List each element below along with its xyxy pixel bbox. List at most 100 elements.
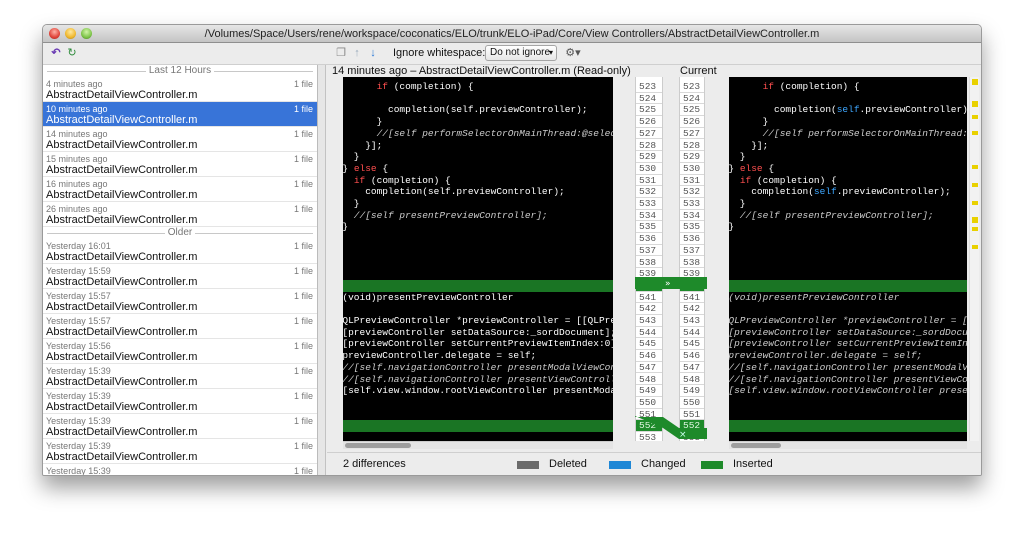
code-line: [previewController setDataSource:_sordDo… (729, 326, 967, 338)
history-item-file: AbstractDetailViewController.m (46, 114, 198, 126)
history-item[interactable]: Yesterday 15:391 fileAbstractDetailViewC… (43, 364, 317, 389)
discard-icon: × (679, 430, 687, 440)
history-item-time: Yesterday 15:56 (46, 341, 111, 351)
legend-inserted-swatch (701, 461, 723, 469)
code-line: [previewController setDataSource:_sordDo… (343, 326, 613, 338)
history-item[interactable]: Yesterday 15:391 fileAbstractDetailViewC… (43, 414, 317, 439)
history-item-count: 1 file (293, 241, 313, 251)
history-item[interactable]: Yesterday 15:57 1 file AbstractDetailViewC… (43, 289, 317, 314)
history-item-count: 1 file (293, 79, 313, 89)
history-item[interactable]: 26 minutes ago 1 file AbstractDetailViewCo… (43, 202, 317, 227)
legend-changed-swatch (609, 461, 631, 469)
code-line: }]; (751, 139, 769, 151)
inserted-band (729, 420, 967, 432)
history-item-time: Yesterday 15:39 (46, 391, 111, 401)
history-item-time: Yesterday 16:01 (46, 241, 111, 251)
code-line: QLPreviewController *previewController =… (729, 315, 967, 326)
copy-icon[interactable]: ❐ (335, 46, 347, 60)
diff-marker[interactable] (972, 165, 978, 169)
code-line: //[self.navigationController presentView… (729, 373, 967, 385)
code-line: if (completion) { (762, 81, 860, 92)
previous-difference-icon[interactable]: ↑ (351, 46, 363, 60)
history-item-file: AbstractDetailViewController.m (46, 251, 198, 263)
code-line: if (completion) { (353, 174, 451, 186)
code-line: //[self presentPreviewController]; (729, 209, 934, 221)
next-difference-icon[interactable]: ↓ (367, 46, 379, 60)
history-item-file: AbstractDetailViewController.m (46, 401, 198, 413)
history-item-file: AbstractDetailViewController.m (46, 351, 198, 363)
diff-overview-ruler[interactable] (969, 77, 979, 441)
code-line: //[self presentPreviewController]; (343, 209, 548, 221)
sidebar-splitter[interactable] (318, 65, 326, 475)
history-item-count: 1 file (293, 341, 313, 351)
diff-marker[interactable] (972, 79, 978, 85)
diff-marker[interactable] (972, 201, 978, 205)
history-item-time: 15 minutes ago (46, 154, 108, 164)
right-horizontal-scrollbar[interactable] (729, 441, 967, 449)
left-scroll-thumb[interactable] (345, 443, 411, 448)
history-item-file: AbstractDetailViewController.m (46, 301, 198, 313)
history-item-count: 1 file (293, 179, 313, 189)
history-item[interactable]: 14 minutes ago 1 file AbstractDetailViewCo… (43, 127, 317, 152)
history-item[interactable]: Yesterday 15:391 fileAbstractDetailViewC… (43, 439, 317, 464)
code-line: } (762, 116, 769, 128)
diff-marker[interactable] (972, 227, 978, 231)
history-item[interactable]: Yesterday 15:391 fileAbstractDetailViewC… (43, 464, 317, 476)
code-line: [self.view.window.rootViewController pre… (343, 385, 613, 397)
diff-marker[interactable] (972, 245, 978, 249)
diff-marker[interactable] (972, 183, 978, 187)
history-item[interactable]: Yesterday 15:57 1 file AbstractDetailViewC… (43, 314, 317, 339)
code-line: completion(self.previewController); (343, 104, 588, 116)
history-item[interactable]: Yesterday 16:01 1 file AbstractDetailViewC… (43, 239, 317, 264)
code-line: if (completion) { (739, 174, 837, 186)
diff-marker[interactable] (972, 217, 978, 223)
history-item[interactable]: 16 minutes ago 1 file AbstractDetailViewCo… (43, 177, 317, 202)
history-item-file: AbstractDetailViewController.m (46, 326, 198, 338)
code-line: } else { (343, 162, 389, 174)
history-item[interactable]: 10 minutes ago 1 file AbstractDetailViewCo… (43, 102, 317, 127)
history-item-time: 16 minutes ago (46, 179, 108, 189)
history-item[interactable]: 15 minutes ago 1 file AbstractDetailViewCo… (43, 152, 317, 177)
code-line: } else { (729, 162, 775, 174)
right-scroll-thumb[interactable] (731, 443, 781, 448)
history-item[interactable]: Yesterday 15:59 1 file AbstractDetailViewC… (43, 264, 317, 289)
chevron-down-icon: ▾ (548, 48, 553, 57)
code-line: } (729, 221, 734, 233)
history-sidebar: Last 12 Hours 4 minutes ago 1 file Abstract… (43, 65, 318, 476)
inserted-band (729, 279, 967, 292)
history-item-count: 1 file (293, 291, 313, 301)
history-item[interactable]: Yesterday 15:391 fileAbstractDetailViewC… (43, 389, 317, 414)
right-pane-title: Current (680, 65, 717, 77)
history-item-count: 1 file (293, 266, 313, 276)
history-item-count: 1 file (293, 316, 313, 326)
code-line: completion(self.previewController); (774, 104, 967, 116)
ignore-whitespace-select[interactable]: Do not ignore ▾ (485, 45, 557, 61)
code-line: [previewController setCurrentPreviewItem… (729, 338, 967, 350)
close-button[interactable] (49, 28, 60, 39)
left-horizontal-scrollbar[interactable] (343, 441, 613, 449)
history-item[interactable]: 4 minutes ago 1 file AbstractDetailViewCon… (43, 77, 317, 102)
title-bar: /Volumes/Space/Users/rene/workspace/coco… (43, 25, 981, 43)
inserted-band (343, 420, 613, 432)
legend-changed-label: Changed (641, 458, 686, 470)
history-item-count: 1 file (293, 466, 313, 476)
differences-count: 2 differences (343, 458, 406, 470)
code-line: } (353, 198, 360, 209)
undo-icon[interactable]: ↶ (49, 46, 63, 60)
gear-icon[interactable]: ⚙▾ (565, 46, 581, 60)
zoom-button[interactable] (81, 28, 92, 39)
diff-marker[interactable] (972, 101, 978, 107)
code-line: } (343, 221, 348, 233)
history-item-file: AbstractDetailViewController.m (46, 139, 198, 151)
history-item-time: Yesterday 15:39 (46, 366, 111, 376)
minimize-button[interactable] (65, 28, 76, 39)
refresh-icon[interactable]: ↻ (65, 46, 79, 60)
diff-marker[interactable] (972, 131, 978, 135)
left-code-view[interactable]: if (completion) { completion(self.previe… (343, 77, 613, 441)
right-code-view[interactable]: if (completion) { completion(self.previe… (729, 77, 967, 441)
toolbar: ↶ ↻ ❐ ↑ ↓ Ignore whitespace: Do not igno… (43, 43, 981, 65)
code-line: }]; (365, 139, 383, 151)
diff-marker[interactable] (972, 115, 978, 119)
history-item-time: Yesterday 15:39 (46, 466, 111, 476)
history-item[interactable]: Yesterday 15:56 1 file AbstractDetailViewC… (43, 339, 317, 364)
